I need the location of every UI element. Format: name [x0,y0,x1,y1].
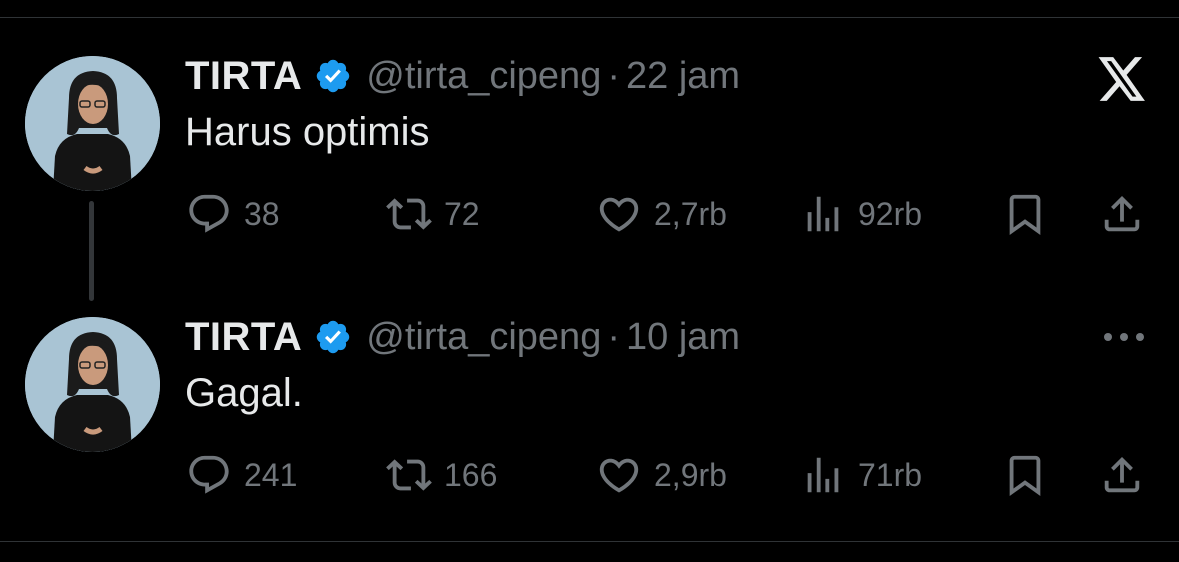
repost-button[interactable]: 72 [386,190,480,238]
x-logo-icon[interactable] [1097,56,1147,102]
separator-dot: · [607,315,620,358]
views-button[interactable]: 92rb [800,190,922,238]
reply-count: 38 [244,195,280,232]
like-icon [596,452,642,498]
like-button[interactable]: 2,9rb [596,451,727,499]
bookmark-icon [1002,191,1048,237]
views-count: 71rb [858,456,923,493]
action-bar: 241 166 2,9rb 71rb [0,451,1179,499]
reply-button[interactable]: 38 [186,190,280,238]
repost-button[interactable]: 166 [386,451,497,499]
bookmark-button[interactable] [1002,190,1048,238]
like-icon [596,191,642,237]
verified-badge-icon [314,318,352,356]
tweet-2[interactable]: TIRTA @tirta_cipeng · 10 jam Gagal. 241 [0,313,1179,543]
author-name[interactable]: TIRTA [185,54,302,99]
share-button[interactable] [1099,190,1145,238]
tweet-text: Harus optimis [185,110,430,154]
reply-icon [186,452,232,498]
share-icon [1099,452,1145,498]
timestamp[interactable]: 22 jam [626,55,740,98]
views-button[interactable]: 71rb [800,451,922,499]
views-icon [800,191,846,237]
timestamp[interactable]: 10 jam [626,316,740,359]
tweet-text: Gagal. [185,371,303,415]
repost-icon [386,191,432,237]
bottom-divider [0,541,1179,542]
repost-count: 166 [444,456,498,493]
like-count: 2,9rb [654,456,727,493]
tweet-1[interactable]: TIRTA @tirta_cipeng · 22 jam Harus optim… [0,52,1179,282]
avatar[interactable] [25,56,160,191]
author-handle[interactable]: @tirta_cipeng [366,55,601,98]
tweet-header: TIRTA @tirta_cipeng · 10 jam [185,313,740,361]
verified-badge-icon [314,57,352,95]
separator-dot: · [607,54,620,97]
like-count: 2,7rb [654,195,727,232]
bookmark-button[interactable] [1002,451,1048,499]
reply-button[interactable]: 241 [186,451,297,499]
reply-icon [186,191,232,237]
avatar[interactable] [25,317,160,452]
views-count: 92rb [858,195,923,232]
action-bar: 38 72 2,7rb 92rb [0,190,1179,238]
bookmark-icon [1002,452,1048,498]
repost-count: 72 [444,195,480,232]
reply-count: 241 [244,456,298,493]
share-button[interactable] [1099,451,1145,499]
repost-icon [386,452,432,498]
top-divider [0,17,1179,18]
author-handle[interactable]: @tirta_cipeng [366,316,601,359]
tweet-header: TIRTA @tirta_cipeng · 22 jam [185,52,740,100]
author-name[interactable]: TIRTA [185,315,302,360]
like-button[interactable]: 2,7rb [596,190,727,238]
more-options-icon[interactable] [1100,329,1148,345]
views-icon [800,452,846,498]
share-icon [1099,191,1145,237]
